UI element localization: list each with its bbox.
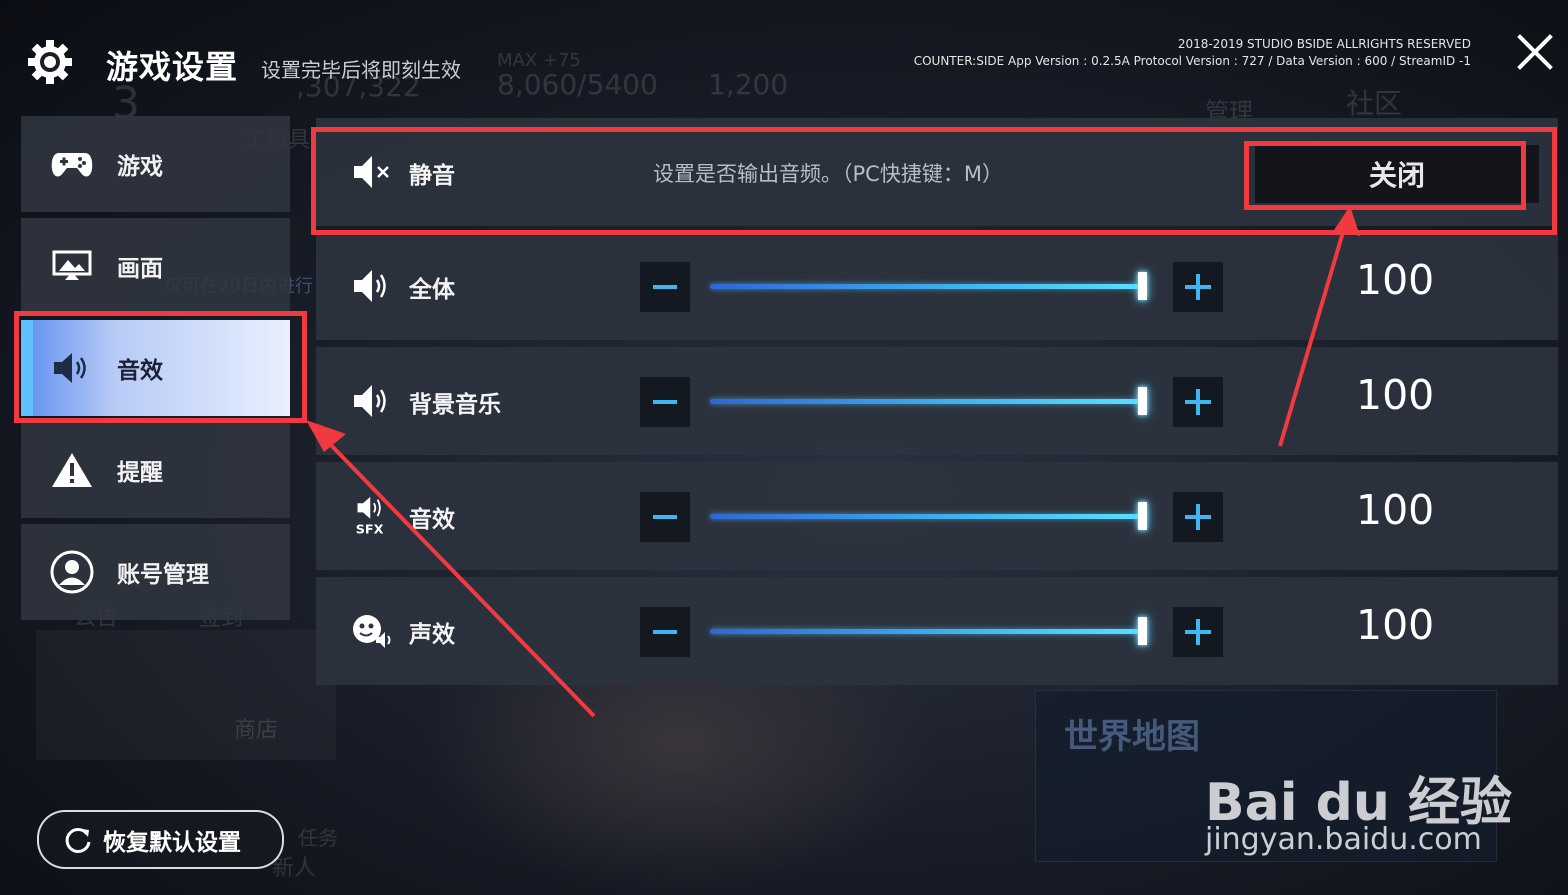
gear-icon	[26, 38, 74, 86]
close-button[interactable]	[1516, 33, 1554, 71]
sidebar-item-label: 提醒	[117, 460, 163, 486]
volume-row-bgm: 背景音乐 100	[316, 347, 1558, 455]
sfx-icon: SFX	[356, 496, 384, 536]
sidebar-item-alerts[interactable]: 提醒	[21, 422, 290, 518]
account-icon	[49, 549, 95, 595]
minus-icon	[653, 400, 677, 404]
bg-panel-left	[36, 630, 336, 760]
voice-icon	[353, 615, 391, 648]
volume-increase-button[interactable]	[1172, 491, 1224, 543]
sidebar-item-game[interactable]: 游戏	[21, 116, 290, 212]
mute-toggle[interactable]: 关闭	[1254, 144, 1540, 204]
volume-row-voice: 声效 100	[316, 577, 1558, 685]
volume-decrease-button[interactable]	[639, 491, 691, 543]
mute-label: 静音	[409, 163, 455, 189]
sidebar-item-audio[interactable]: 音效	[21, 320, 290, 416]
volume-label: 声效	[409, 622, 455, 648]
plus-icon	[1185, 619, 1211, 645]
volume-increase-button[interactable]	[1172, 261, 1224, 313]
speaker-icon	[354, 385, 386, 417]
volume-value: 100	[1356, 256, 1435, 304]
speaker-icon	[49, 345, 95, 391]
volume-label: 全体	[409, 277, 455, 303]
bg-hud-stamina: 8,060/5400	[497, 68, 658, 101]
bg-hud-gems: 1,200	[708, 68, 789, 101]
gamepad-icon	[49, 141, 95, 187]
minus-icon	[653, 630, 677, 634]
warning-icon	[49, 447, 95, 493]
volume-slider-handle[interactable]	[1138, 387, 1147, 415]
minus-icon	[653, 285, 677, 289]
volume-value: 100	[1356, 486, 1435, 534]
version-text: COUNTER:SIDE App Version : 0.2.5A Protoc…	[913, 54, 1471, 68]
volume-slider-track[interactable]	[710, 629, 1142, 634]
volume-slider-track[interactable]	[710, 514, 1142, 519]
volume-slider-handle[interactable]	[1138, 502, 1147, 530]
bg-world-map-label: 世界地图	[1064, 717, 1200, 757]
reset-defaults-label: 恢复默认设置	[103, 829, 241, 856]
volume-slider-track[interactable]	[710, 284, 1142, 289]
mute-description: 设置是否输出音频。（PC快捷键：M）	[653, 162, 1003, 186]
display-icon	[49, 243, 95, 289]
sidebar-item-label: 画面	[117, 256, 163, 282]
mute-icon	[354, 156, 389, 188]
volume-row-master: 全体 100	[316, 232, 1558, 340]
page-title: 游戏设置	[106, 48, 239, 86]
bg-hud-community: 社区	[1346, 87, 1403, 120]
volume-label: 音效	[409, 507, 455, 533]
volume-slider-handle[interactable]	[1138, 272, 1147, 300]
volume-increase-button[interactable]	[1172, 376, 1224, 428]
mute-row: 静音 设置是否输出音频。（PC快捷键：M） 关闭	[316, 118, 1558, 226]
svg-text:SFX: SFX	[356, 521, 384, 536]
volume-value: 100	[1356, 371, 1435, 419]
volume-row-sfx: SFX 音效 100	[316, 462, 1558, 570]
plus-icon	[1185, 504, 1211, 530]
sidebar-item-label: 音效	[117, 358, 163, 384]
minus-icon	[653, 515, 677, 519]
volume-slider-track[interactable]	[710, 399, 1142, 404]
page-subtitle: 设置完毕后将即刻生效	[261, 58, 461, 82]
speaker-icon	[354, 270, 386, 302]
plus-icon	[1185, 274, 1211, 300]
baidu-watermark-url: jingyan.baidu.com	[1205, 822, 1482, 857]
refresh-icon	[65, 827, 91, 853]
bg-hud-mission: 任务	[298, 826, 338, 850]
plus-icon	[1185, 389, 1211, 415]
volume-decrease-button[interactable]	[639, 261, 691, 313]
volume-label: 背景音乐	[409, 392, 501, 418]
volume-increase-button[interactable]	[1172, 606, 1224, 658]
copyright-text: 2018-2019 STUDIO BSIDE ALLRIGHTS RESERVE…	[1177, 37, 1471, 51]
volume-slider-handle[interactable]	[1138, 617, 1147, 645]
volume-value: 100	[1356, 601, 1435, 649]
sidebar-item-label: 游戏	[117, 154, 163, 180]
sidebar-item-label: 账号管理	[117, 562, 209, 588]
sidebar-item-account[interactable]: 账号管理	[21, 524, 290, 620]
sidebar-item-display[interactable]: 画面	[21, 218, 290, 314]
close-icon	[1517, 34, 1553, 70]
volume-decrease-button[interactable]	[639, 606, 691, 658]
volume-decrease-button[interactable]	[639, 376, 691, 428]
reset-defaults-button[interactable]: 恢复默认设置	[37, 810, 284, 869]
